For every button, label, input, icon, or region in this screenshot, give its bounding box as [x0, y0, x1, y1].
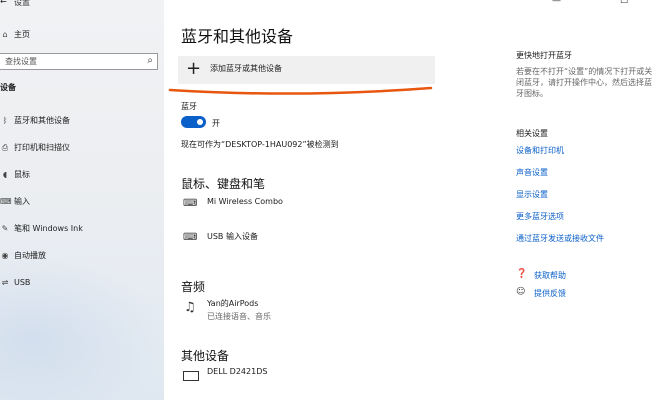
search-input[interactable]: 查找设置 ⌕ — [0, 53, 158, 70]
page-title: 蓝牙和其他设备 — [181, 27, 294, 46]
bluetooth-icon: ᛒ — [2, 116, 8, 125]
device-status: 已连接语音、音乐 — [207, 312, 271, 321]
add-device-button[interactable]: + 添加蓝牙或其他设备 — [178, 56, 435, 84]
device-name: Mi Wireless Combo — [207, 197, 283, 206]
sidebar-item-label: 笔和 Windows Ink — [14, 224, 83, 233]
other-devices-heading: 其他设备 — [181, 349, 230, 363]
sidebar-item-home[interactable]: ⌂ 主页 — [0, 25, 164, 45]
link-more-bluetooth-options[interactable]: 更多蓝牙选项 — [516, 211, 564, 222]
monitor-icon — [183, 371, 199, 381]
faster-bluetooth-text: 若要在不打开“设置”的情况下打开或关 — [516, 67, 653, 76]
toggle-state-label: 开 — [212, 119, 220, 128]
bluetooth-heading: 蓝牙 — [181, 102, 197, 111]
feedback-label: 提供反馈 — [534, 289, 566, 298]
audio-heading: 音频 — [181, 280, 206, 294]
sidebar-item-usb[interactable]: ⇌ USB — [0, 273, 164, 293]
device-item[interactable]: ⌨ USB 输入设备 — [181, 232, 421, 252]
pen-icon: ✎ — [1, 224, 9, 233]
mouse-keyboard-pen-heading: 鼠标、键盘和笔 — [181, 177, 266, 191]
autoplay-icon: ◉ — [1, 251, 9, 260]
device-item[interactable]: ⌨ Mi Wireless Combo — [181, 197, 421, 218]
sidebar-item-bluetooth[interactable]: ᛒ 蓝牙和其他设备 — [0, 111, 164, 131]
sidebar-item-label: 蓝牙和其他设备 — [14, 116, 70, 125]
discoverable-text: 现在可作为“DESKTOP-1HAU092”被检测到 — [181, 140, 339, 149]
minimize-icon[interactable]: — — [552, 0, 561, 6]
back-arrow-icon[interactable]: ← — [0, 0, 7, 6]
link-display-settings[interactable]: 显示设置 — [516, 189, 548, 200]
feedback-link[interactable]: ☺ 提供反馈 — [516, 287, 636, 302]
sidebar-section-heading: 设备 — [0, 83, 16, 92]
annotation-underline — [168, 86, 433, 95]
link-send-receive-files[interactable]: 通过蓝牙发送或接收文件 — [516, 233, 604, 244]
plus-icon: + — [186, 58, 202, 79]
link-devices-printers[interactable]: 设备和打印机 — [516, 145, 564, 156]
window-title: 设置 — [14, 0, 30, 7]
help-chat-icon: ❓ — [516, 269, 528, 279]
home-icon: ⌂ — [2, 30, 8, 39]
get-help-link[interactable]: ❓ 获取帮助 — [516, 269, 636, 284]
device-item[interactable]: DELL D2421DS — [181, 367, 421, 387]
add-device-label: 添加蓝牙或其他设备 — [210, 64, 282, 73]
sidebar-item-autoplay[interactable]: ◉ 自动播放 — [0, 246, 164, 266]
sidebar-item-label: 输入 — [14, 197, 30, 206]
faster-bluetooth-text: 闭蓝牙，请打开操作中心，然后选择蓝 — [516, 78, 652, 87]
headphones-icon: ♫ — [184, 300, 196, 315]
get-help-label: 获取帮助 — [534, 271, 566, 280]
related-settings-title: 相关设置 — [516, 129, 548, 138]
keyboard-icon: ⌨ — [0, 197, 12, 206]
sidebar-item-label: USB — [14, 278, 31, 287]
device-name: Yan的AirPods — [207, 299, 259, 308]
keyboard-icon: ⌨ — [183, 232, 198, 243]
mouse-icon: ◖ — [2, 170, 8, 179]
sidebar-item-input[interactable]: ⌨ 输入 — [0, 192, 164, 212]
keyboard-icon: ⌨ — [183, 198, 198, 209]
printer-icon: ⎙ — [1, 143, 9, 152]
sidebar-item-label: 鼠标 — [14, 170, 30, 179]
sidebar-item-label: 打印机和扫描仪 — [14, 143, 70, 152]
sidebar-item-pen[interactable]: ✎ 笔和 Windows Ink — [0, 219, 164, 239]
faster-bluetooth-text: 牙图标。 — [516, 89, 548, 98]
device-name: USB 输入设备 — [207, 232, 258, 241]
sidebar-item-printers[interactable]: ⎙ 打印机和扫描仪 — [0, 138, 164, 158]
search-icon: ⌕ — [147, 55, 153, 66]
bluetooth-toggle[interactable] — [181, 116, 206, 128]
faster-bluetooth-title: 更快地打开蓝牙 — [516, 51, 572, 60]
maximize-icon[interactable]: ☐ — [620, 0, 628, 6]
sidebar-item-mouse[interactable]: ◖ 鼠标 — [0, 165, 164, 185]
sidebar-item-label: 主页 — [14, 30, 30, 39]
usb-icon: ⇌ — [1, 278, 9, 287]
link-sound-settings[interactable]: 声音设置 — [516, 167, 548, 178]
search-placeholder: 查找设置 — [5, 57, 37, 66]
sidebar-item-label: 自动播放 — [14, 251, 46, 260]
device-name: DELL D2421DS — [207, 367, 268, 376]
feedback-person-icon: ☺ — [516, 287, 526, 297]
device-item[interactable]: ♫ Yan的AirPods 已连接语音、音乐 — [181, 298, 421, 324]
